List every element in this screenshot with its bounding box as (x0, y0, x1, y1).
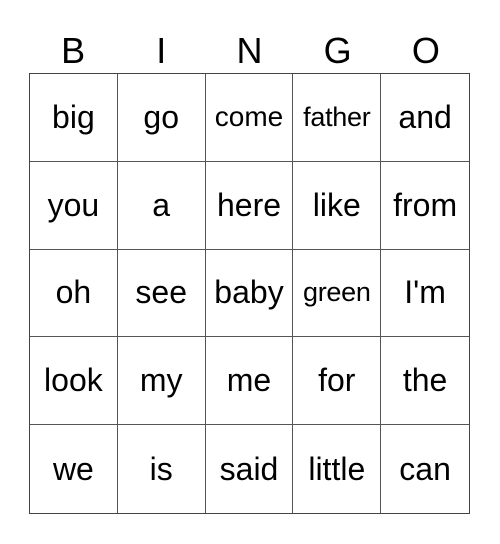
bingo-cell[interactable]: a (117, 161, 206, 250)
header-letter-o: O (411, 30, 440, 71)
header-letter-n: N (236, 30, 263, 71)
bingo-cell[interactable]: can (381, 425, 469, 513)
bingo-cell[interactable]: we (30, 425, 118, 513)
bingo-cell[interactable]: see (117, 249, 206, 338)
bingo-cell[interactable]: said (206, 425, 294, 513)
header-letter-i: I (156, 30, 167, 71)
bingo-cell[interactable]: green (293, 249, 382, 338)
bingo-cell[interactable]: is (118, 425, 206, 513)
bingo-cell[interactable]: you (30, 161, 118, 250)
bingo-cell[interactable]: little (293, 425, 382, 513)
bingo-cell[interactable]: here (205, 161, 294, 250)
header-letter-g: G (323, 30, 352, 71)
bingo-cell[interactable]: and (381, 74, 469, 162)
bingo-cell[interactable]: I'm (381, 250, 469, 338)
bingo-cell[interactable]: for (293, 337, 382, 426)
bingo-header: B I N G O (29, 28, 470, 73)
bingo-cell[interactable]: from (381, 162, 469, 250)
bingo-cell[interactable]: oh (30, 249, 118, 338)
bingo-cell[interactable]: father (293, 74, 382, 162)
bingo-cell[interactable]: like (293, 161, 382, 250)
bingo-cell[interactable]: me (205, 337, 294, 426)
bingo-cell[interactable]: the (381, 337, 469, 426)
bingo-cell[interactable]: big (30, 74, 118, 162)
bingo-cell[interactable]: go (117, 74, 206, 162)
bingo-cell[interactable]: my (117, 337, 206, 426)
bingo-card: big go come father and you a here like f… (29, 73, 470, 514)
bingo-cell[interactable]: look (30, 337, 118, 426)
bingo-cell[interactable]: baby (205, 249, 294, 338)
bingo-cell[interactable]: come (205, 74, 294, 162)
header-letter-b: B (61, 30, 86, 71)
